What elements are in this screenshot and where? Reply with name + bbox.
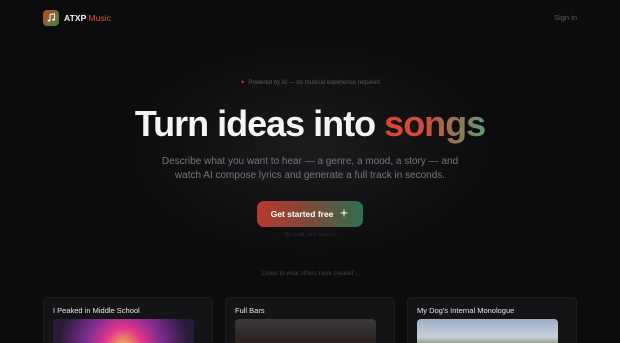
site-header: ATXP Music Sign in (0, 0, 620, 36)
page-title: Turn ideas into songs (0, 103, 620, 145)
song-card[interactable]: My Dog's Internal Monologue (407, 297, 577, 343)
music-note-icon (43, 10, 59, 26)
song-card[interactable]: Full Bars (225, 297, 395, 343)
song-card-artwork (53, 319, 194, 343)
song-card-title: I Peaked in Middle School (53, 306, 140, 315)
brand-name-primary: ATXP (64, 13, 87, 23)
brand-logo[interactable]: ATXP Music (43, 10, 111, 26)
headline-main: Turn ideas into (134, 103, 376, 144)
song-card-title: My Dog's Internal Monologue (417, 306, 515, 315)
sign-in-link[interactable]: Sign in (554, 13, 577, 22)
brand-name-secondary: Music (88, 13, 112, 23)
get-started-label: Get started free (270, 209, 334, 219)
spark-icon: ✦ (240, 80, 246, 86)
powered-by-badge: ✦ Powered by AI — no musical experience r… (0, 79, 620, 86)
song-card[interactable]: I Peaked in Middle School (43, 297, 213, 343)
get-started-button[interactable]: Get started free (257, 201, 363, 227)
powered-by-text: Powered by AI — no musical experience re… (248, 80, 380, 86)
brand-name: ATXP Music (64, 13, 111, 23)
song-card-title: Full Bars (235, 306, 265, 315)
sparkle-icon (339, 208, 349, 220)
listen-examples-link[interactable]: Listen to what others have created ↓ (0, 271, 620, 277)
headline-accent: songs (384, 103, 486, 144)
cta-note: No credit card required (284, 232, 336, 238)
song-card-artwork (235, 319, 376, 343)
hero-subtitle: Describe what you want to hear — a genre… (161, 156, 459, 181)
song-card-artwork (417, 319, 558, 343)
